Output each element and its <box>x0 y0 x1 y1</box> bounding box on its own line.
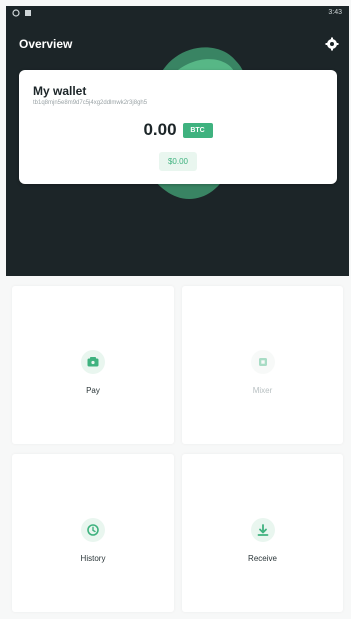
mixer-label: Mixer <box>252 386 273 395</box>
currency-badge[interactable]: BTC <box>182 122 213 138</box>
balance-row: 0.00 BTC <box>19 120 337 140</box>
mixer-button[interactable]: Mixer <box>182 286 343 444</box>
signal-icon <box>12 9 20 17</box>
notification-icon <box>25 10 31 16</box>
history-button[interactable]: History <box>12 454 174 612</box>
app-screen: 3:43 Overview My wallet tb1q8mjn5e8m9d7c… <box>0 0 351 619</box>
download-icon <box>250 518 275 542</box>
action-grid: Pay Mixer History Receive <box>6 280 349 615</box>
status-bar: 3:43 <box>6 6 349 22</box>
wallet-title: My wallet <box>33 84 87 98</box>
status-time: 3:43 <box>328 9 342 16</box>
pay-label: Pay <box>86 386 100 395</box>
receive-label: Receive <box>248 554 277 563</box>
wallet-address: tb1q8mjn5e8m9d7c5j4xg2ddlmwk2r3j8gh5 <box>33 100 148 106</box>
mixer-icon <box>250 350 275 374</box>
wallet-card[interactable]: My wallet tb1q8mjn5e8m9d7c5j4xg2ddlmwk2r… <box>19 70 337 184</box>
wallet-icon <box>81 350 105 374</box>
status-icons <box>12 9 32 17</box>
receive-button[interactable]: Receive <box>182 454 343 612</box>
overview-header: 3:43 Overview My wallet tb1q8mjn5e8m9d7c… <box>6 6 349 276</box>
gear-icon[interactable] <box>325 37 339 51</box>
balance-amount: 0.00 <box>143 120 177 139</box>
fiat-balance[interactable]: $0.00 <box>158 152 198 171</box>
history-icon <box>81 518 105 542</box>
history-label: History <box>80 554 106 563</box>
pay-button[interactable]: Pay <box>12 286 174 444</box>
page-title: Overview <box>19 37 73 51</box>
